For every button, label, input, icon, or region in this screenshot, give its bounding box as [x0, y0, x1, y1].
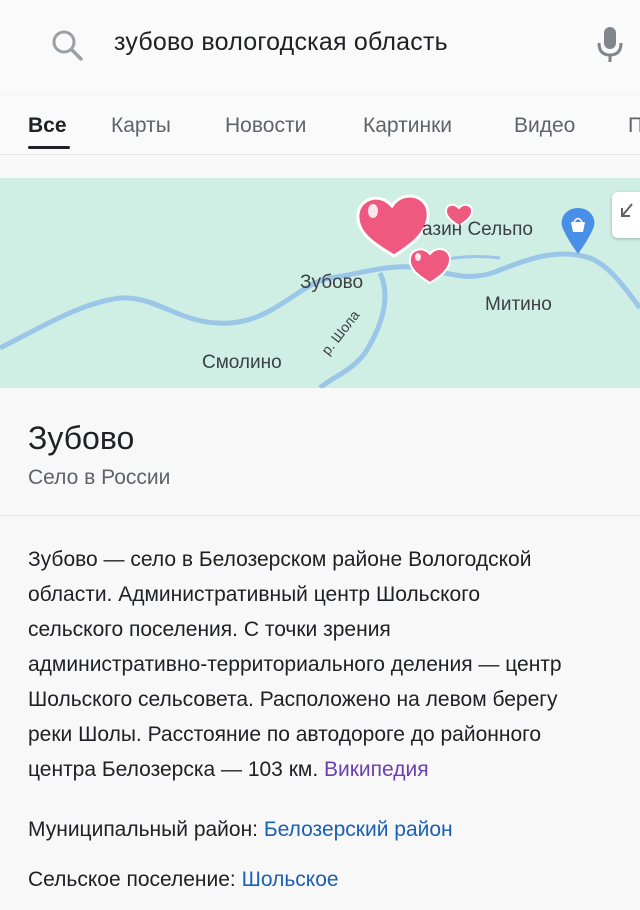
map-label-mitino: Митино [485, 294, 552, 315]
search-query[interactable]: зубово вологодская область [114, 28, 448, 57]
active-tab-indicator [28, 146, 70, 149]
place-title: Зубово [28, 420, 135, 456]
map-label-smolino: Смолино [202, 352, 282, 373]
description-line: Зубово — село в Белозерском районе Волог… [28, 548, 532, 571]
expand-map-button[interactable] [612, 192, 640, 238]
map-label-zubovo: Зубово [300, 272, 364, 293]
description-line: сельского поселения. С точки зрения [28, 618, 391, 641]
heart-sticker-medium-icon [408, 248, 452, 285]
tab-more[interactable]: П [628, 114, 640, 138]
description-line: центра Белозерска — 103 км. [28, 758, 319, 781]
description-line: Шольского сельсовета. Расположено на лев… [28, 688, 558, 711]
description-line: административно-территориального деления… [28, 653, 562, 676]
description-line: области. Административный центр Шольског… [28, 583, 481, 606]
divider [0, 515, 640, 516]
fact-value-link[interactable]: Белозерский район [264, 818, 453, 841]
expand-arrow-icon [621, 203, 633, 217]
place-description: Зубово — село в Белозерском районе Волог… [28, 542, 640, 787]
map-label-shop: азин Сельпо [422, 219, 533, 240]
fact-label: Муниципальный район: [28, 818, 259, 841]
tab-video[interactable]: Видео [514, 114, 575, 138]
fact-municipal-district: Муниципальный район: Белозерский район [28, 818, 453, 842]
description-line: реки Шолы. Расстояние по автодороге до р… [28, 723, 542, 746]
wikipedia-link[interactable]: Википедия [324, 758, 429, 781]
place-subtitle: Село в России [28, 466, 171, 489]
fact-rural-settlement: Сельское поселение: Шольское [28, 868, 339, 892]
heart-sticker-large-icon [356, 194, 430, 258]
tab-maps[interactable]: Карты [111, 114, 171, 138]
search-tabs: Все Карты Новости Картинки Видео П [0, 96, 640, 155]
microphone-icon[interactable] [596, 24, 624, 64]
description-last-line: центра Белозерска — 103 км. Википедия [28, 752, 640, 787]
tab-all[interactable]: Все [28, 114, 67, 138]
tab-news[interactable]: Новости [225, 114, 306, 138]
tab-images[interactable]: Картинки [363, 114, 452, 138]
fact-value-link[interactable]: Шольское [242, 868, 339, 891]
fact-label: Сельское поселение: [28, 868, 236, 891]
map-preview[interactable]: азин Сельпо Зубово Митино Смолино р. Шол… [0, 178, 640, 388]
shop-pin-icon [561, 208, 595, 254]
search-icon[interactable] [50, 28, 84, 62]
search-bar[interactable]: зубово вологодская область [0, 0, 640, 92]
